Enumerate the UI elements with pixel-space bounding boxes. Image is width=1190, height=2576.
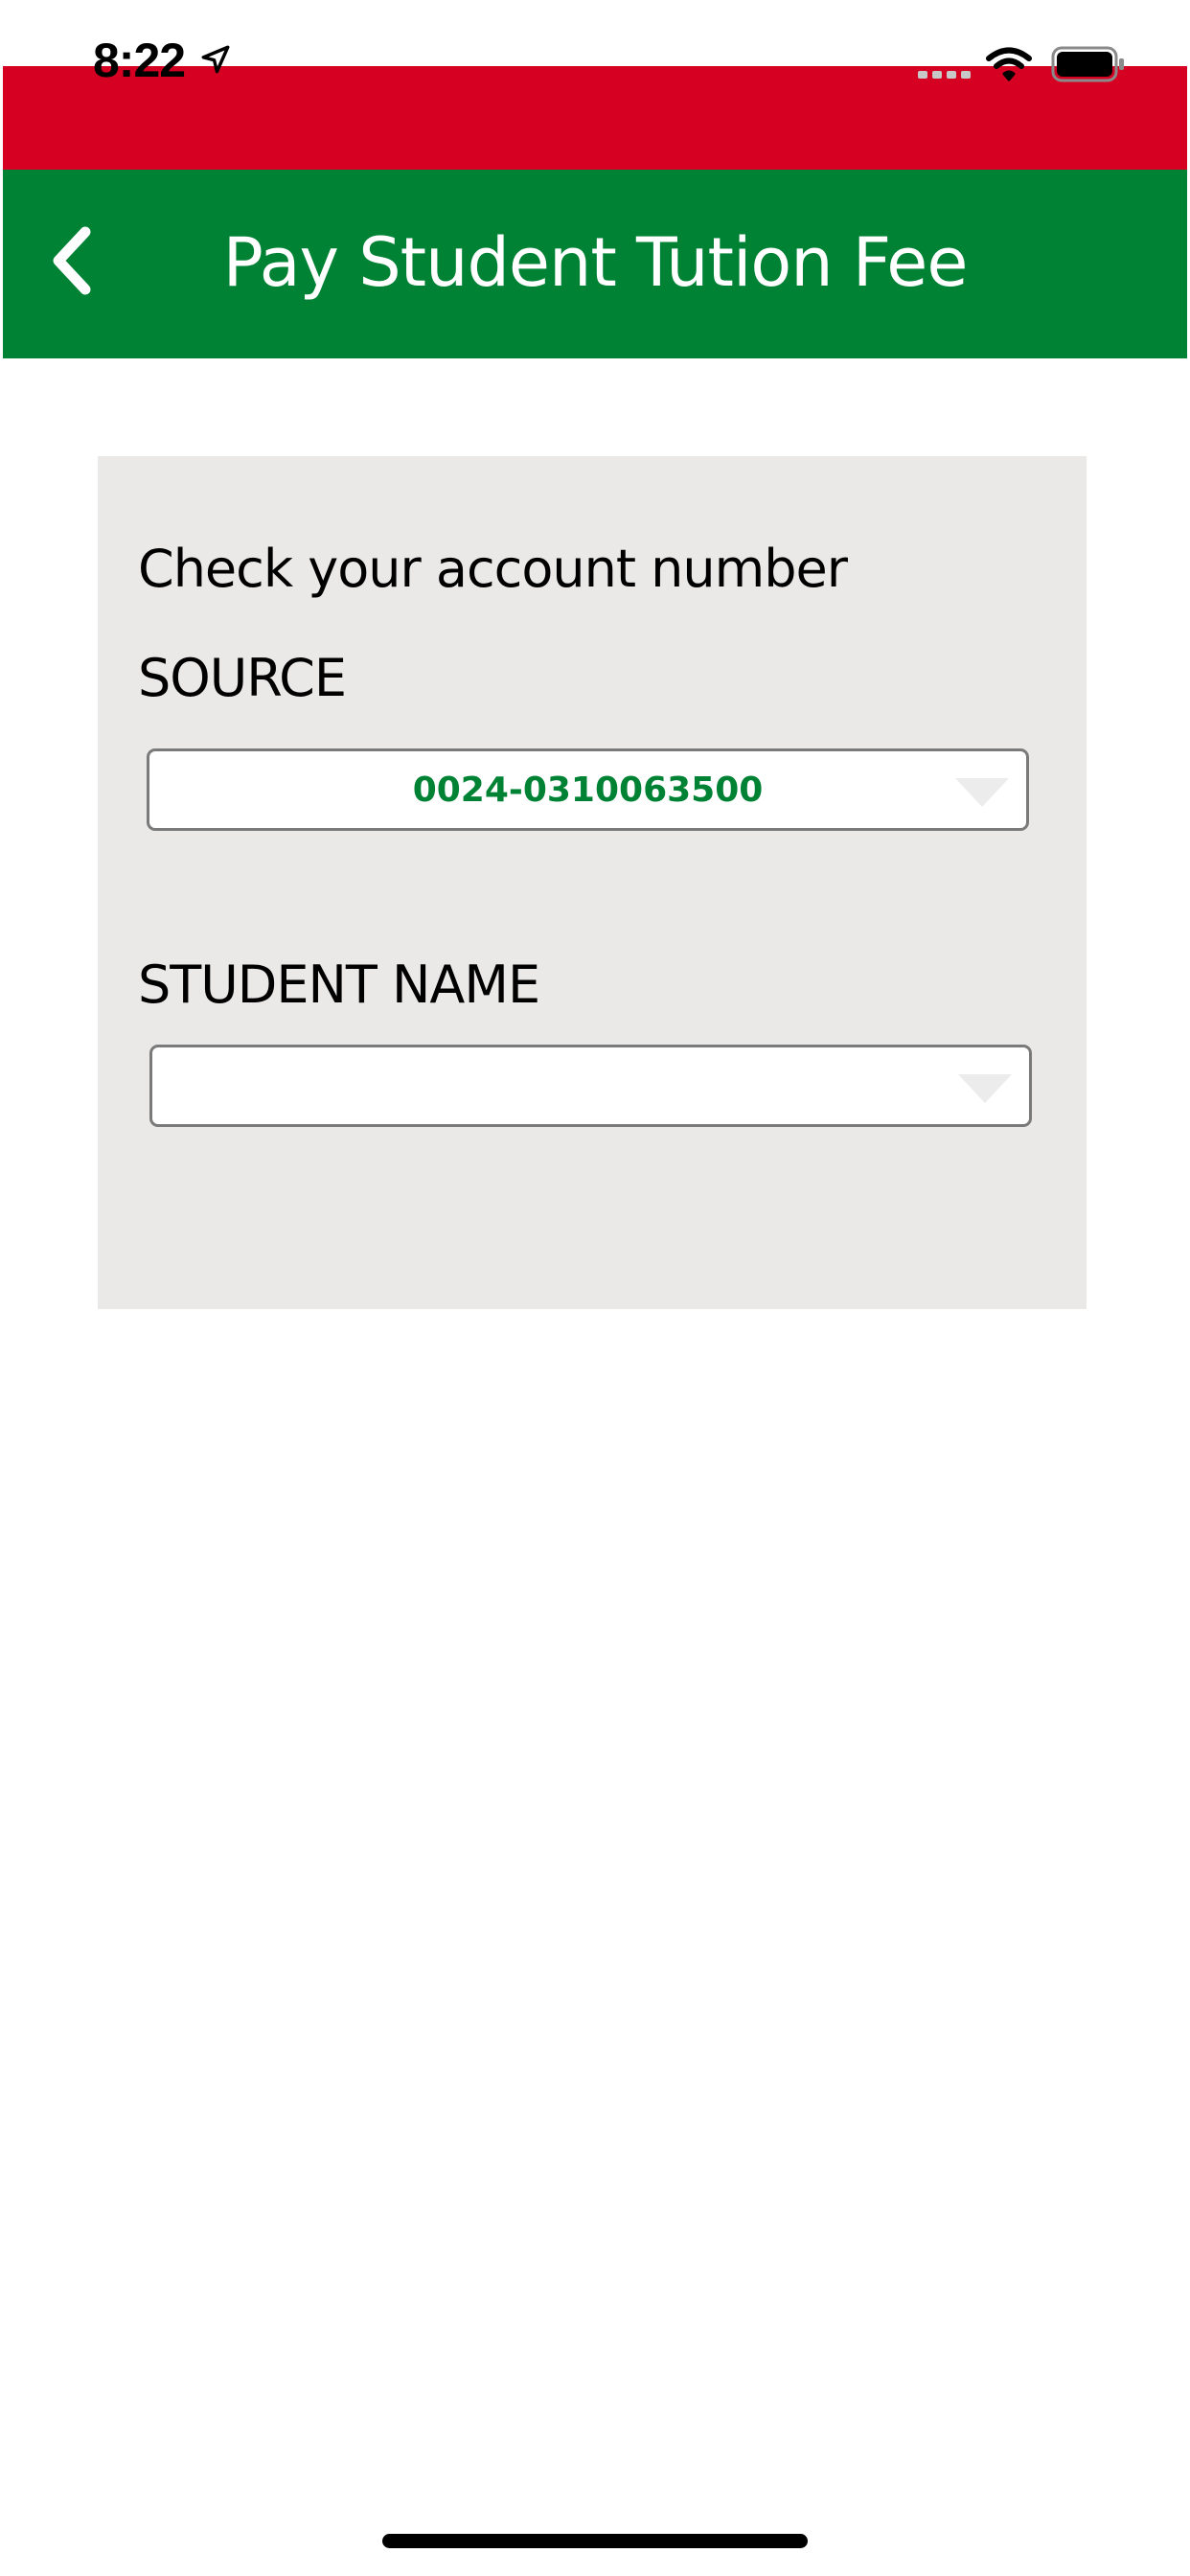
account-form-card: Check your account number SOURCE 0024-03… (98, 456, 1087, 1309)
wifi-icon (986, 47, 1032, 81)
home-indicator[interactable] (382, 2534, 808, 2548)
student-name-select[interactable] (149, 1045, 1032, 1127)
dropdown-arrow-icon (958, 1074, 1012, 1103)
cellular-signal-icon (918, 71, 971, 79)
source-label: SOURCE (138, 648, 347, 708)
location-arrow-icon (201, 45, 230, 74)
form-heading: Check your account number (138, 539, 848, 599)
student-name-label: STUDENT NAME (138, 954, 540, 1015)
navigation-header: Pay Student Tution Fee (3, 170, 1187, 358)
source-account-select[interactable]: 0024-0310063500 (147, 748, 1029, 831)
battery-icon (1051, 46, 1124, 82)
dropdown-arrow-icon (955, 778, 1009, 807)
page-title: Pay Student Tution Fee (222, 223, 969, 302)
source-account-value: 0024-0310063500 (412, 770, 764, 810)
status-time: 8:22 (93, 34, 186, 87)
